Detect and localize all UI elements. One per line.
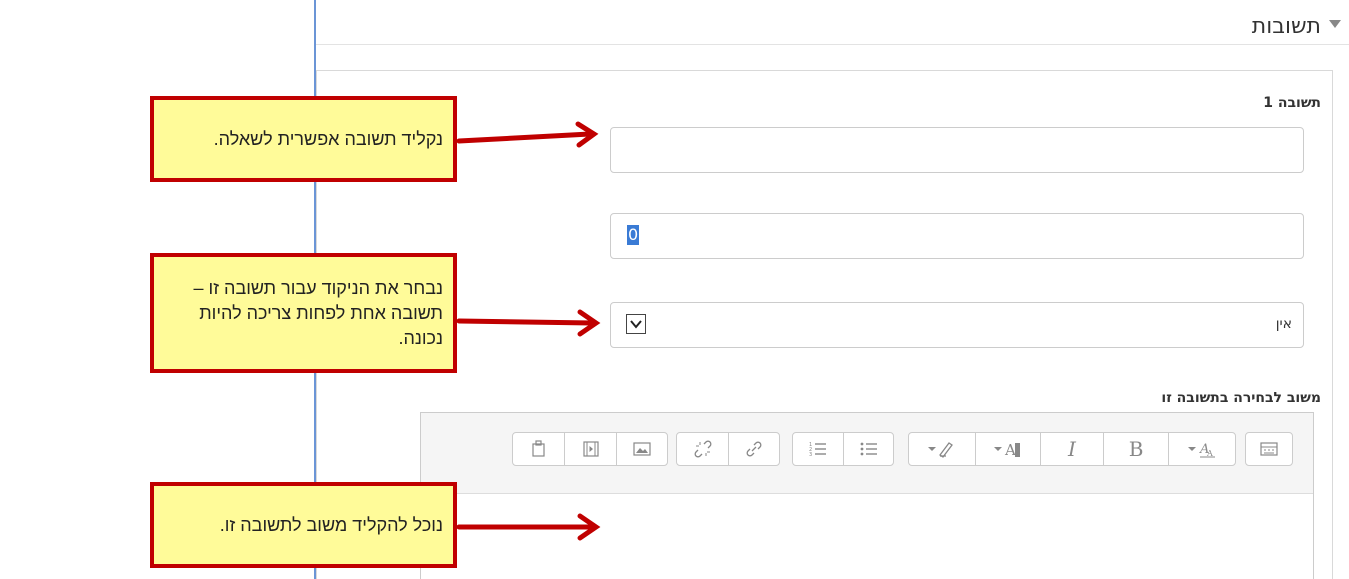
answer-arrow <box>456 131 593 144</box>
callout-arrows <box>456 121 601 541</box>
grade-arrow <box>456 318 595 326</box>
